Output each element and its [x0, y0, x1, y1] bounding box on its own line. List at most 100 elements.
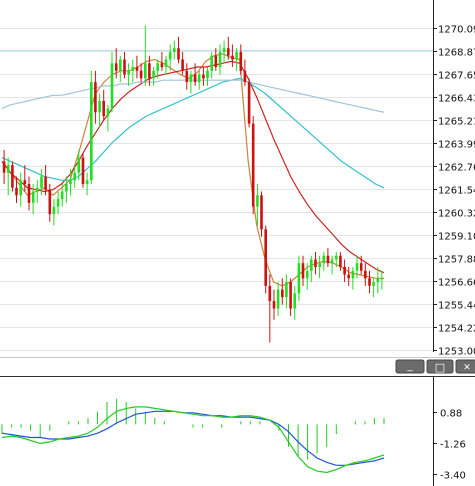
candlestick	[351, 267, 355, 290]
candle-body	[164, 59, 168, 67]
candle-body	[305, 270, 309, 279]
candle-body	[343, 267, 346, 275]
candlestick	[285, 274, 288, 309]
price-tick-label: 1256.66	[438, 278, 475, 289]
macd-tick-label: -1.26	[440, 440, 466, 451]
candle-body	[347, 274, 350, 279]
candle-body	[330, 259, 334, 264]
price-tick-label: 1268.87	[438, 48, 475, 59]
candle-body	[15, 187, 18, 196]
candlestick	[152, 67, 155, 86]
candlestick	[322, 251, 326, 271]
candle-body	[247, 82, 251, 124]
candle-body	[322, 255, 326, 264]
candlestick	[197, 70, 201, 90]
restore-button[interactable]: □	[426, 359, 454, 374]
candle-body	[119, 59, 122, 71]
candle-body	[355, 263, 359, 271]
candle-body	[123, 59, 126, 75]
candle-body	[372, 282, 375, 286]
candle-body	[227, 48, 230, 56]
candle-body	[131, 67, 135, 71]
candlestick	[110, 52, 114, 113]
price-tick-label: 1257.88	[438, 255, 475, 266]
candlestick	[281, 278, 284, 305]
candlestick	[94, 70, 97, 124]
candle-body	[318, 263, 321, 267]
candle-body	[376, 278, 380, 283]
candle-body	[127, 70, 130, 75]
moving-average-line-1	[1, 53, 384, 287]
minimize-button[interactable]: _	[395, 359, 425, 374]
candle-body	[214, 55, 218, 67]
macd-pane: 0.88 -1.26 -3.40	[1, 377, 466, 486]
candlestick	[264, 225, 267, 294]
candlestick	[260, 191, 263, 237]
candle-body	[98, 101, 101, 113]
candle-body	[281, 289, 284, 298]
candle-body	[48, 189, 52, 215]
candle-body	[2, 161, 6, 173]
candlestick	[206, 67, 209, 86]
candle-body	[380, 278, 384, 280]
candlestick	[131, 59, 135, 83]
candlestick	[364, 263, 367, 286]
candlestick	[177, 36, 180, 64]
price-tick-label: 1255.44	[438, 301, 475, 312]
candlestick	[23, 165, 27, 192]
candlestick	[239, 44, 243, 75]
candle-body	[152, 70, 155, 79]
candle-body	[160, 63, 164, 68]
candle-body	[106, 108, 110, 116]
candlestick	[173, 40, 176, 60]
candle-body	[368, 278, 371, 286]
candle-body	[289, 282, 292, 309]
candle-body	[6, 165, 10, 173]
candle-body	[90, 82, 93, 181]
candle-body	[210, 55, 213, 71]
price-tick-label: 1265.21	[438, 117, 475, 128]
candle-body	[85, 180, 89, 184]
candlestick	[98, 93, 101, 128]
moving-averages	[1, 53, 385, 287]
candle-body	[110, 63, 114, 109]
candle-body	[77, 157, 81, 173]
candle-body	[44, 176, 47, 190]
candle-body	[19, 180, 22, 196]
close-button[interactable]: ✕	[455, 359, 475, 374]
candle-body	[264, 229, 267, 286]
candle-body	[301, 263, 305, 279]
candle-body	[139, 70, 143, 79]
candlestick	[310, 255, 313, 283]
candle-body	[260, 195, 263, 230]
candle-body	[73, 172, 76, 181]
candlestick	[81, 153, 85, 188]
candlestick	[326, 248, 330, 267]
candle-body	[40, 176, 43, 188]
candle-body	[94, 82, 97, 113]
candle-body	[11, 165, 14, 188]
candle-body	[189, 74, 193, 83]
candlestick	[27, 176, 31, 211]
candlestick	[85, 172, 89, 196]
candlestick	[218, 44, 222, 75]
moving-average-line-2	[1, 60, 385, 274]
candlestick	[256, 184, 259, 226]
candle-body	[135, 67, 139, 71]
candlestick	[144, 25, 147, 86]
price-tick-label: 1259.10	[438, 232, 475, 243]
candlestick	[181, 52, 184, 75]
candle-body	[206, 70, 209, 79]
candle-body	[197, 74, 201, 83]
candlestick	[314, 251, 317, 275]
candle-body	[335, 255, 338, 260]
price-tick-label: 1262.76	[438, 163, 475, 174]
price-gridlines	[0, 28, 433, 351]
price-tick-label: 1254.22	[438, 324, 475, 335]
candle-body	[314, 259, 317, 267]
candlestick	[202, 67, 205, 86]
candlesticks	[2, 25, 384, 343]
candlestick	[106, 104, 110, 132]
candle-body	[56, 199, 60, 207]
candle-body	[239, 52, 243, 71]
